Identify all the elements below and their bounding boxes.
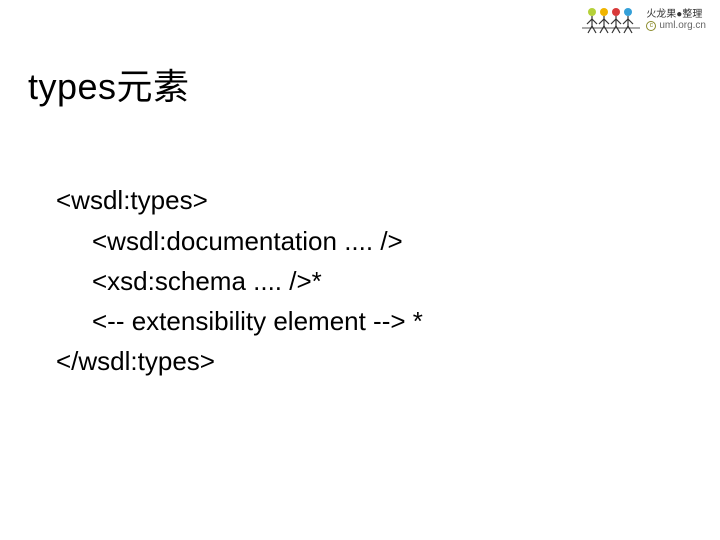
code-line-1: <wsdl:types> (56, 185, 208, 215)
watermark-text: 火龙果●整理 c uml.org.cn (646, 9, 706, 32)
code-line-5: </wsdl:types> (56, 346, 215, 376)
code-line-4: <-- extensibility element --> * (56, 301, 423, 341)
slide-title: types元素 (28, 58, 190, 110)
cc-icon: c (646, 21, 656, 31)
watermark-logo (582, 6, 640, 34)
watermark: 火龙果●整理 c uml.org.cn (582, 6, 706, 34)
watermark-brand: 火龙果●整理 (646, 9, 706, 21)
watermark-site: uml.org.cn (659, 20, 706, 32)
code-line-3: <xsd:schema .... />* (56, 261, 423, 301)
code-block: <wsdl:types> <wsdl:documentation .... />… (56, 140, 423, 422)
code-line-2: <wsdl:documentation .... /> (56, 221, 423, 261)
